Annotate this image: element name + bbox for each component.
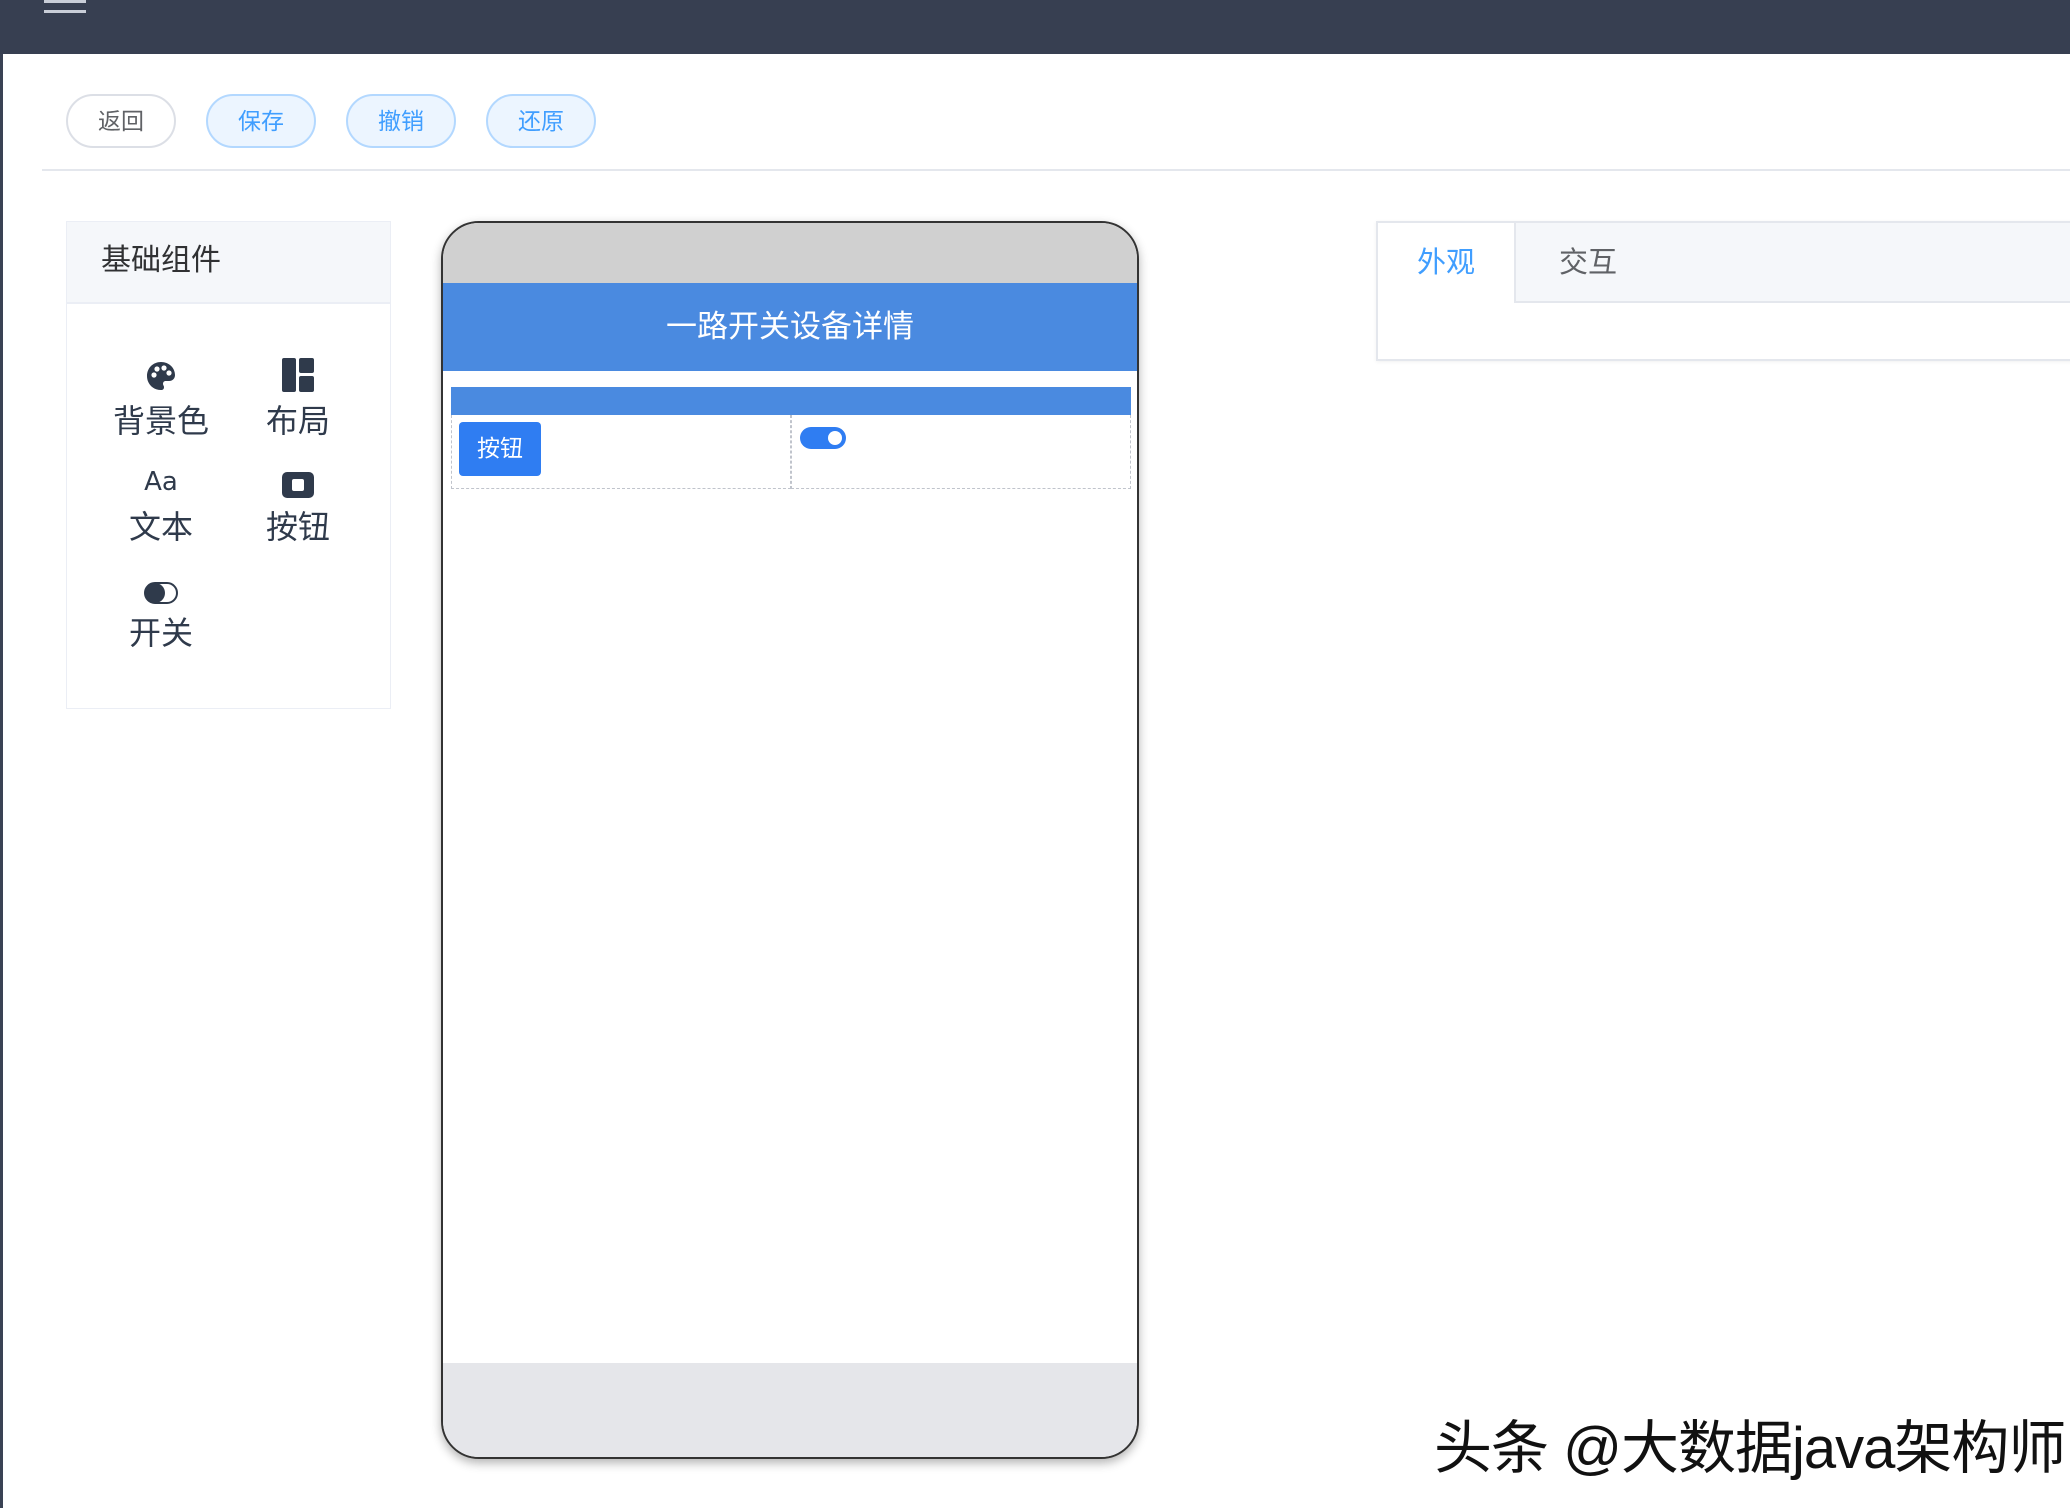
component-label: 布局 bbox=[265, 402, 330, 440]
component-item-button[interactable]: 按钮 bbox=[238, 458, 358, 548]
component-label: 背景色 bbox=[112, 402, 209, 440]
layout-grid-cell-left[interactable]: 按钮 bbox=[451, 415, 791, 489]
component-item-layout[interactable]: 布局 bbox=[238, 352, 358, 442]
layout-grid-cell-right[interactable] bbox=[791, 415, 1131, 489]
phone-page-title: 一路开关设备详情 bbox=[443, 283, 1137, 371]
window-edge bbox=[0, 0, 3, 1508]
button-icon bbox=[282, 472, 314, 498]
canvas-button[interactable]: 按钮 bbox=[459, 422, 541, 476]
canvas-switch[interactable] bbox=[800, 427, 846, 449]
save-button[interactable]: 保存 bbox=[206, 94, 316, 148]
component-palette-title: 基础组件 bbox=[67, 222, 390, 304]
toolbar-divider bbox=[42, 169, 2070, 171]
palette-icon bbox=[147, 362, 175, 390]
tab-interaction[interactable]: 交互 bbox=[1518, 223, 1658, 303]
attribute-tabs: 外观 交互 bbox=[1378, 223, 2070, 303]
phone-status-bar bbox=[443, 223, 1137, 283]
attribute-panel: 外观 交互 bbox=[1376, 221, 2070, 361]
switch-knob bbox=[828, 431, 842, 445]
restore-button[interactable]: 还原 bbox=[486, 94, 596, 148]
tab-appearance[interactable]: 外观 bbox=[1378, 223, 1516, 303]
component-palette: 基础组件 背景色 布局 Aa 文本 按钮 开关 bbox=[66, 221, 391, 709]
text-icon: Aa bbox=[144, 467, 178, 497]
phone-canvas[interactable]: 一路开关设备详情 按钮 bbox=[441, 221, 1139, 1459]
back-button[interactable]: 返回 bbox=[66, 94, 176, 148]
layout-grid-header[interactable] bbox=[451, 387, 1131, 415]
toggle-icon bbox=[144, 582, 178, 604]
layout-icon bbox=[282, 358, 314, 392]
component-label: 按钮 bbox=[265, 508, 330, 546]
component-label: 开关 bbox=[128, 614, 193, 652]
component-label: 文本 bbox=[128, 508, 193, 546]
watermark: 头条 @大数据java架构师 bbox=[1434, 1416, 2066, 1481]
component-item-switch[interactable]: 开关 bbox=[101, 564, 221, 654]
top-navbar bbox=[0, 0, 2070, 54]
phone-bottom-bar bbox=[443, 1363, 1137, 1457]
hamburger-menu-icon[interactable] bbox=[44, 0, 86, 14]
component-item-text[interactable]: Aa 文本 bbox=[101, 458, 221, 548]
undo-button[interactable]: 撤销 bbox=[346, 94, 456, 148]
component-item-background[interactable]: 背景色 bbox=[101, 352, 221, 442]
